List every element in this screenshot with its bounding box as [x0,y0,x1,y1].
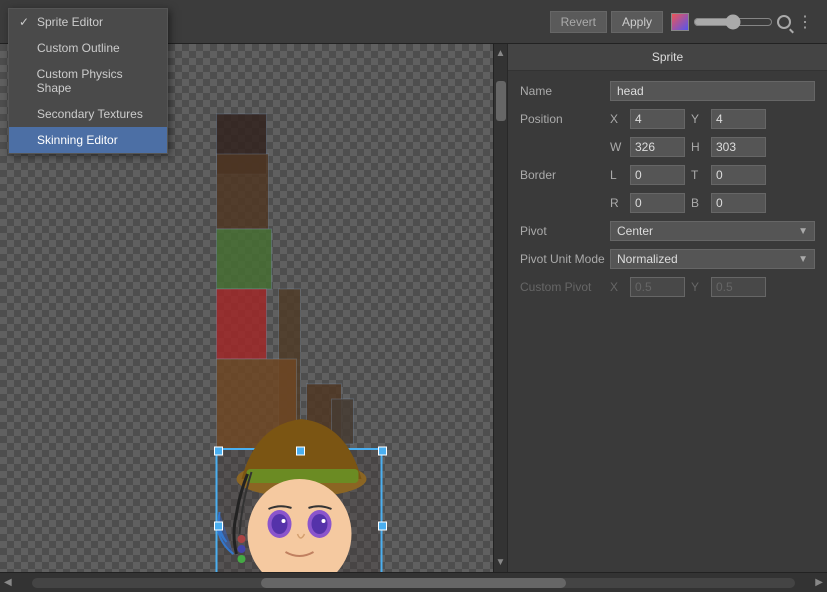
pivot-mode-dropdown-container: Normalized ▼ [610,249,815,269]
apply-button[interactable]: Apply [611,11,663,33]
bottom-bar: ◀ ▶ [0,572,827,592]
zoom-slider-container [693,14,791,30]
custom-pivot-y-label: Y [691,280,705,294]
custom-pivot-x-input[interactable] [630,277,685,297]
custom-pivot-row: Custom Pivot X Y [520,277,815,297]
border-t-input[interactable] [711,165,766,185]
h-label: H [691,140,705,154]
pos-w-input[interactable] [630,137,685,157]
sprite-properties: Name Position X Y W [508,71,827,572]
pivot-dropdown[interactable]: Center ▼ [610,221,815,241]
l-label: L [610,168,624,182]
pivot-mode-chevron-icon: ▼ [798,254,808,265]
border-rb: R B [610,193,766,213]
scroll-down-arrow[interactable]: ▼ [494,555,507,570]
pivot-value: Center [617,224,653,238]
pivot-unit-mode-label: Pivot Unit Mode [520,252,610,266]
position-wh: W H [610,137,766,157]
menu-item-custom-physics-shape[interactable]: Custom Physics Shape [9,61,167,101]
pos-h-input[interactable] [711,137,766,157]
border-row-1: Border L T [520,165,815,185]
sprite-panel-header: Sprite [508,44,827,71]
border-r-input[interactable] [630,193,685,213]
t-label: T [691,168,705,182]
menu-item-label: Secondary Textures [37,107,143,121]
pivot-label: Pivot [520,224,610,238]
pos-x-input[interactable] [630,109,685,129]
menu-item-label: Custom Physics Shape [37,67,157,95]
menu-item-custom-outline[interactable]: Custom Outline [9,35,167,61]
zoom-slider[interactable] [693,14,773,30]
border-l-input[interactable] [630,165,685,185]
scroll-up-arrow[interactable]: ▲ [494,46,507,61]
border-lt: L T [610,165,766,185]
position-label: Position [520,112,610,126]
revert-button[interactable]: Revert [550,11,607,33]
custom-pivot-label: Custom Pivot [520,280,610,294]
scroll-right-arrow[interactable]: ▶ [815,577,823,588]
pivot-unit-mode-row: Pivot Unit Mode Normalized ▼ [520,249,815,269]
x-label: X [610,112,624,126]
vertical-scrollbar[interactable]: ▲ ▼ [493,44,507,572]
pivot-mode-value: Normalized [617,252,678,266]
menu-item-label: Custom Outline [37,41,120,55]
zoom-icon [777,15,791,29]
menu-item-label: Skinning Editor [37,133,118,147]
border-label: Border [520,168,610,182]
color-icon [671,13,689,31]
r-label: R [610,196,624,210]
pos-y-input[interactable] [711,109,766,129]
border-row-2: R B [520,193,815,213]
pivot-unit-mode-dropdown[interactable]: Normalized ▼ [610,249,815,269]
name-value-container [610,81,815,101]
menu-item-sprite-editor[interactable]: ✓ Sprite Editor [9,9,167,35]
y-label: Y [691,112,705,126]
pivot-row: Pivot Center ▼ [520,221,815,241]
scroll-left-arrow[interactable]: ◀ [4,577,12,588]
name-label: Name [520,84,610,98]
horizontal-scrollbar-thumb[interactable] [261,578,566,588]
right-panel: Sprite Name Position X Y [507,44,827,572]
custom-pivot-y-input[interactable] [711,277,766,297]
horizontal-scrollbar[interactable] [32,578,796,588]
position-xy: X Y [610,109,766,129]
position-row-2: W H [520,137,815,157]
more-options-button[interactable]: ⋮ [791,10,819,34]
border-b-input[interactable] [711,193,766,213]
name-row: Name [520,81,815,101]
menu-item-secondary-textures[interactable]: Secondary Textures [9,101,167,127]
check-icon: ✓ [19,15,31,29]
b-label: B [691,196,705,210]
pivot-dropdown-container: Center ▼ [610,221,815,241]
position-row-1: Position X Y [520,109,815,129]
dropdown-menu: ✓ Sprite Editor Custom Outline Custom Ph… [8,8,168,154]
w-label: W [610,140,624,154]
menu-item-label: Sprite Editor [37,15,103,29]
custom-pivot-xy: X Y [610,277,766,297]
vertical-scrollbar-thumb[interactable] [496,81,506,121]
pivot-chevron-icon: ▼ [798,226,808,237]
name-input[interactable] [610,81,815,101]
custom-pivot-x-label: X [610,280,624,294]
menu-item-skinning-editor[interactable]: Skinning Editor [9,127,167,153]
